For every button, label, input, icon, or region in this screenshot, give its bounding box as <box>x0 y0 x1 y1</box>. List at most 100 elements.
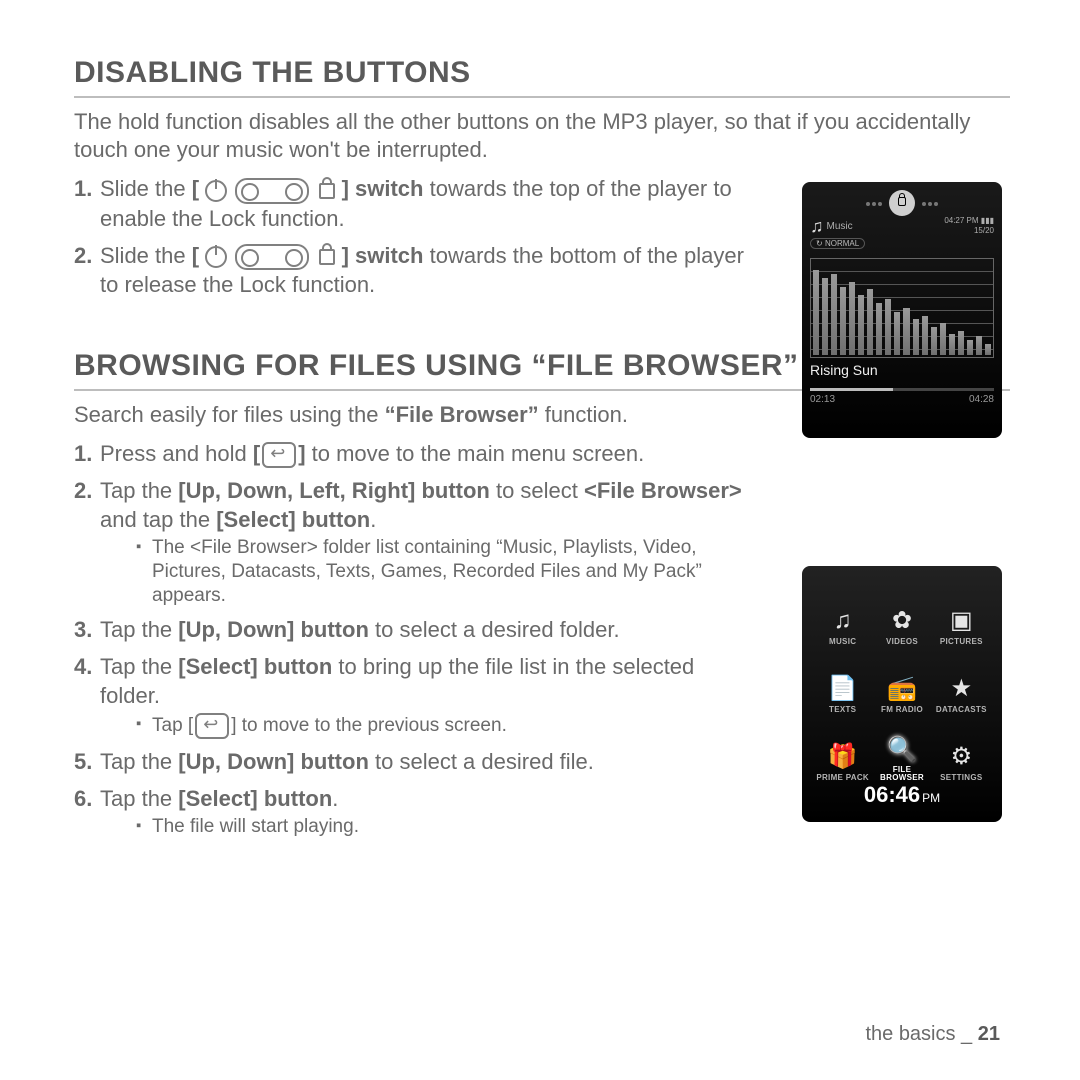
music-note-icon: ♫ <box>810 219 824 233</box>
section2-step-4-sub: Tap [] to move to the previous screen. <box>136 713 754 739</box>
text: Tap <box>152 715 188 736</box>
texts-icon: 📄 <box>828 677 858 701</box>
menu-item-fm-radio: 📻 FM RADIO <box>875 652 928 714</box>
menu-item-music: ♫ MUSIC <box>816 584 869 646</box>
switch-word: switch <box>355 176 423 201</box>
ud-button: [Up, Down] button <box>178 617 369 642</box>
switch-word: switch <box>355 243 423 268</box>
text: Tap the <box>100 786 178 811</box>
section1-lead: The hold function disables all the other… <box>74 108 1010 164</box>
clock-digits: 06:46 <box>864 782 920 807</box>
slide-switch-icon <box>235 178 309 204</box>
section2-step-2: Tap the [Up, Down, Left, Right] button t… <box>74 476 754 607</box>
text: Tap the <box>100 478 178 503</box>
time-total: 04:28 <box>969 394 994 405</box>
menu-item-file-browser: 🔍 FILE BROWSER <box>875 720 928 782</box>
back-key-icon <box>262 442 296 468</box>
music-label: Music <box>827 221 853 232</box>
select-button: [Select] button <box>178 786 332 811</box>
text: Search easily for files using the <box>74 402 385 427</box>
settings-icon: ⚙ <box>951 745 973 769</box>
section1-title: DISABLING THE BUTTONS <box>74 56 1010 90</box>
text: Slide the <box>100 243 192 268</box>
lock-icon <box>319 183 335 199</box>
menu-item-datacasts: ★ DATACASTS <box>935 652 988 714</box>
text: to select a desired file. <box>369 749 594 774</box>
menu-item-label: VIDEOS <box>886 637 918 646</box>
menu-item-label: FM RADIO <box>881 705 923 714</box>
section1-rule <box>74 96 1010 98</box>
datacasts-icon: ★ <box>951 677 973 701</box>
pictures-icon: ▣ <box>950 609 973 633</box>
page-number: 21 <box>978 1023 1000 1045</box>
footer-label: the basics _ <box>865 1023 972 1045</box>
menu-item-label: PICTURES <box>940 637 983 646</box>
sound-mode-badge: NORMAL <box>810 238 865 249</box>
lock-overlay <box>802 190 1002 216</box>
song-title: Rising Sun <box>810 362 878 378</box>
section1-step-2: Slide the [ ] switch towards the bottom … <box>74 241 754 299</box>
section1-step-1: Slide the [ ] switch towards the top of … <box>74 174 754 232</box>
music-header-left: ♫ Music <box>810 216 853 236</box>
menu-clock: 06:46PM <box>802 782 1002 808</box>
ud-button: [Up, Down] button <box>178 749 369 774</box>
section2-step-4: Tap the [Select] button to bring up the … <box>74 652 754 738</box>
text: Tap the <box>100 654 178 679</box>
section2-step-1: Press and hold [] to move to the main me… <box>74 439 754 468</box>
menu-item-label: PRIME PACK <box>816 773 869 782</box>
time-elapsed: 02:13 <box>810 394 835 405</box>
clock-time: 04:27 PM <box>944 216 978 225</box>
music-header-right: 04:27 PM ▮▮▮ 15/20 <box>944 216 994 236</box>
menu-item-label: SETTINGS <box>940 773 982 782</box>
text: function. <box>539 402 628 427</box>
text: . <box>370 507 376 532</box>
prime-pack-icon: 🎁 <box>828 745 858 769</box>
fm-radio-icon: 📻 <box>887 677 917 701</box>
file-browser-quoted: “File Browser” <box>385 402 539 427</box>
videos-icon: ✿ <box>892 609 912 633</box>
text: Press and hold <box>100 441 253 466</box>
menu-item-pictures: ▣ PICTURES <box>935 584 988 646</box>
section2-step-5: Tap the [Up, Down] button to select a de… <box>74 747 754 776</box>
music-icon: ♫ <box>834 609 852 633</box>
back-key-icon <box>195 713 229 739</box>
text: Tap the <box>100 617 178 642</box>
udlr-button: [Up, Down, Left, Right] button <box>178 478 490 503</box>
clock-ampm: PM <box>922 791 940 805</box>
text: . <box>332 786 338 811</box>
page-footer: the basics _ 21 <box>865 1023 1000 1046</box>
menu-item-label: FILE BROWSER <box>875 766 928 782</box>
text: to select <box>490 478 584 503</box>
file-browser-tag: <File Browser> <box>584 478 742 503</box>
power-icon <box>205 246 227 268</box>
text: Tap the <box>100 749 178 774</box>
select-button: [Select] button <box>216 507 370 532</box>
menu-item-label: MUSIC <box>829 637 856 646</box>
select-button: [Select] button <box>178 654 332 679</box>
section2-step-3: Tap the [Up, Down] button to select a de… <box>74 615 754 644</box>
progress-bar <box>810 388 994 391</box>
lock-icon <box>889 190 915 216</box>
text: to select a desired folder. <box>369 617 620 642</box>
lock-icon <box>319 249 335 265</box>
menu-item-label: DATACASTS <box>936 705 987 714</box>
text: to move to the previous screen. <box>236 715 506 736</box>
power-icon <box>205 180 227 202</box>
text: to move to the main menu screen. <box>306 441 645 466</box>
slide-switch-icon <box>235 244 309 270</box>
section2-step-6-sub: The file will start playing. <box>136 815 754 839</box>
track-index: 15/20 <box>944 226 994 236</box>
section2-step-6: Tap the [Select] button. The file will s… <box>74 784 754 839</box>
menu-item-prime-pack: 🎁 PRIME PACK <box>816 720 869 782</box>
player-menu-screenshot: ♫ MUSIC ✿ VIDEOS ▣ PICTURES 📄 TEXTS 📻 FM RADIO ★ DA… <box>802 566 1002 822</box>
menu-item-label: TEXTS <box>829 705 856 714</box>
menu-item-texts: 📄 TEXTS <box>816 652 869 714</box>
menu-item-videos: ✿ VIDEOS <box>875 584 928 646</box>
text: Slide the <box>100 176 192 201</box>
file-browser-icon: 🔍 <box>887 738 917 762</box>
text: and tap the <box>100 507 216 532</box>
menu-item-settings: ⚙ SETTINGS <box>935 720 988 782</box>
equalizer-graphic <box>810 258 994 358</box>
section2-step-2-sub: The <File Browser> folder list containin… <box>136 536 754 607</box>
player-music-screenshot: ♫ Music 04:27 PM ▮▮▮ 15/20 NORMAL Rising… <box>802 182 1002 438</box>
